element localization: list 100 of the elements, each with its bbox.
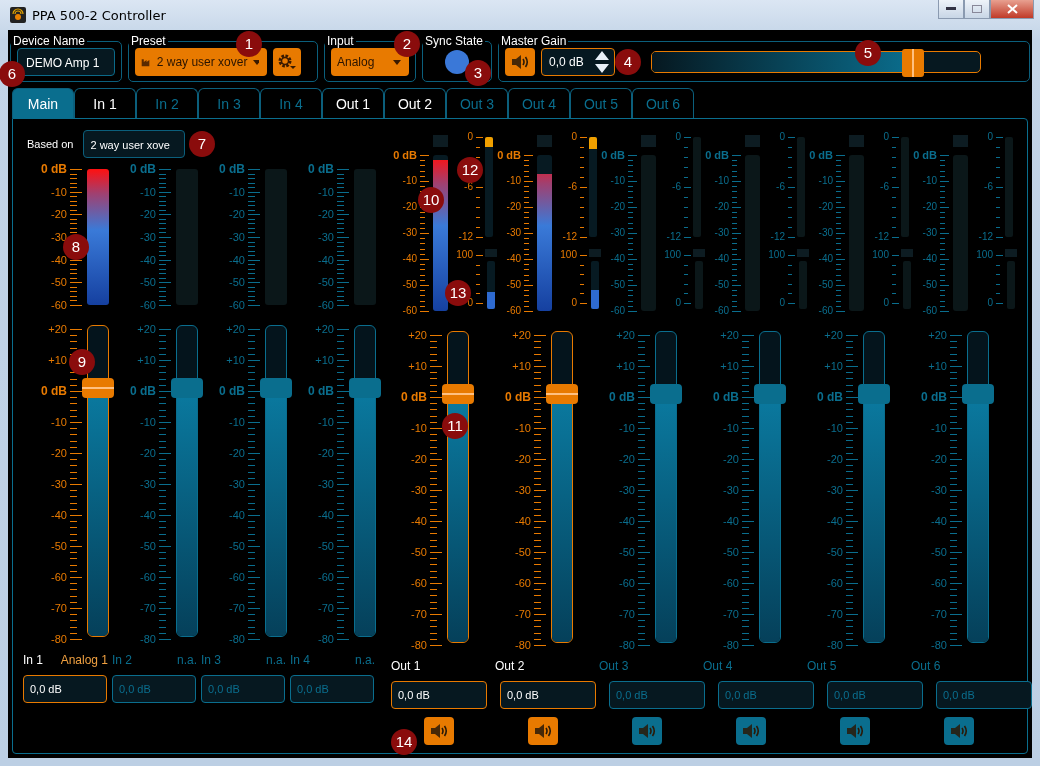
gain-field[interactable]: 0,0 dB <box>290 675 374 703</box>
speaker-icon <box>846 723 864 739</box>
source-label: n.a. <box>355 653 375 669</box>
scale-label: -10 <box>140 185 156 198</box>
scale-label: -30 <box>714 227 729 239</box>
maximize-icon <box>972 5 982 13</box>
fader-handle[interactable] <box>962 384 994 404</box>
scale-label: +10 <box>315 354 334 366</box>
scale-label: -12 <box>562 231 577 243</box>
scale-label: -12 <box>874 231 889 243</box>
scale-label: -30 <box>51 230 67 243</box>
tab[interactable]: In 2 <box>136 88 198 118</box>
gain-field[interactable]: 0,0 dB <box>609 681 705 709</box>
scale-label: -30 <box>318 478 334 490</box>
scale-label: -70 <box>827 608 843 620</box>
fader-handle[interactable] <box>171 378 203 398</box>
clip-indicator <box>589 249 601 257</box>
group-label: Device Name <box>12 34 87 48</box>
speaker-button[interactable] <box>528 717 558 745</box>
preset-dropdown[interactable]: 2 way user xover <box>135 48 267 76</box>
scale-label: -70 <box>411 608 427 620</box>
minimize-button[interactable] <box>938 0 964 19</box>
speaker-button[interactable] <box>736 717 766 745</box>
fader-handle[interactable] <box>260 378 292 398</box>
fader-handle[interactable] <box>650 384 682 404</box>
fader-handle[interactable] <box>546 384 578 404</box>
speaker-icon <box>950 723 968 739</box>
channel-name: Out 2 <box>495 659 525 675</box>
based-on-label: Based on <box>26 138 74 150</box>
speaker-button[interactable] <box>505 48 536 76</box>
scale-label: -80 <box>931 639 947 651</box>
gain-field[interactable]: 0,0 dB <box>391 681 487 709</box>
gain-field[interactable]: 0,0 dB <box>112 675 196 703</box>
speaker-button[interactable] <box>944 717 974 745</box>
scale-label: -50 <box>619 546 635 558</box>
gain-field[interactable]: 0,0 dB <box>718 681 814 709</box>
close-button[interactable] <box>990 0 1034 19</box>
tab[interactable]: Out 2 <box>384 88 446 118</box>
scale-label: +20 <box>616 329 635 341</box>
scale-label: 0 dB <box>41 385 67 397</box>
gain-field[interactable]: 0,0 dB <box>936 681 1032 709</box>
clip-indicator <box>433 135 448 147</box>
based-on-field[interactable]: 2 way user xove <box>83 130 186 158</box>
gain-field[interactable]: 0,0 dB <box>23 675 107 703</box>
scale-label: -70 <box>140 602 156 614</box>
channel-name: Out 5 <box>807 659 837 675</box>
fader-handle[interactable] <box>858 384 890 404</box>
scale-label: -30 <box>723 484 739 496</box>
input-dropdown[interactable]: Analog <box>331 48 409 76</box>
scale-label: -40 <box>140 253 156 266</box>
scale-label: -40 <box>411 515 427 527</box>
minimize-icon <box>946 7 956 11</box>
scale-label: 0 dB <box>130 385 156 397</box>
speaker-button[interactable] <box>840 717 870 745</box>
device-name-field[interactable]: DEMO Amp 1 <box>17 48 115 76</box>
gain-field[interactable]: 0,0 dB <box>827 681 923 709</box>
channel-name: In 2 <box>112 653 132 669</box>
scale-label: -40 <box>827 515 843 527</box>
fader-handle[interactable] <box>82 378 114 398</box>
scale-label: 0 dB <box>913 149 937 161</box>
scale-label: -30 <box>318 230 334 243</box>
scale-label: -30 <box>229 478 245 490</box>
scale-label: -50 <box>411 546 427 558</box>
scale-label: -30 <box>922 227 937 239</box>
tab[interactable]: Out 4 <box>508 88 570 118</box>
scale-label: -60 <box>610 305 625 317</box>
fader-handle[interactable] <box>349 378 381 398</box>
tab[interactable]: Out 5 <box>570 88 632 118</box>
fader-handle[interactable] <box>442 384 474 404</box>
scale-label: -12 <box>458 231 473 243</box>
speaker-button[interactable] <box>632 717 662 745</box>
scale-label: 0 <box>675 131 681 143</box>
fader-handle[interactable] <box>754 384 786 404</box>
tab[interactable]: Out 6 <box>632 88 694 118</box>
gain-spinbox[interactable]: 0,0 dB <box>541 48 616 76</box>
scale-label: -60 <box>619 577 635 589</box>
scale-label: -20 <box>140 208 156 221</box>
scale-label: 0 <box>883 131 889 143</box>
tab[interactable]: In 4 <box>260 88 322 118</box>
tab[interactable]: Main <box>12 88 74 118</box>
tab[interactable]: In 3 <box>198 88 260 118</box>
tab[interactable]: In 1 <box>74 88 136 118</box>
gain-field[interactable]: 0,0 dB <box>500 681 596 709</box>
scale-label: -30 <box>51 478 67 490</box>
scale-label: 0 dB <box>401 391 427 403</box>
clip-indicator <box>849 135 864 147</box>
scale-label: -70 <box>229 602 245 614</box>
scale-label: -20 <box>318 447 334 459</box>
clip-indicator <box>537 135 552 147</box>
tab[interactable]: Out 3 <box>446 88 508 118</box>
slider-handle[interactable] <box>902 49 925 77</box>
gain-field[interactable]: 0,0 dB <box>201 675 285 703</box>
speaker-button[interactable] <box>424 717 454 745</box>
scale-label: -40 <box>922 253 937 265</box>
settings-button[interactable] <box>273 48 301 76</box>
clip-indicator <box>745 135 760 147</box>
scale-label: -30 <box>619 484 635 496</box>
scale-label: -20 <box>515 453 531 465</box>
scale-label: -70 <box>723 608 739 620</box>
tab[interactable]: Out 1 <box>322 88 384 118</box>
